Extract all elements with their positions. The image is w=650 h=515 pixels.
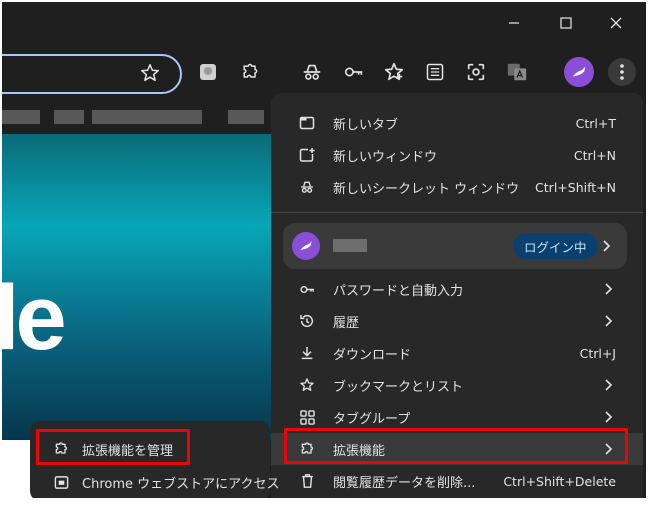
bookmark-item[interactable] [54, 110, 84, 124]
menu-item-label: ダウンロード [333, 347, 412, 363]
menu-item-label: ブックマークとリスト [333, 379, 464, 395]
menu-item-new-window[interactable]: 新しいウィンドウ Ctrl+N [271, 139, 643, 171]
minimize-icon [509, 22, 519, 24]
puzzle-icon[interactable] [238, 60, 262, 84]
chevron-right-icon [605, 379, 613, 391]
maximize-button[interactable] [542, 2, 590, 44]
chevron-right-icon [605, 411, 613, 423]
profile-name-blurred [333, 239, 367, 252]
bookmark-item[interactable] [228, 110, 264, 124]
profile-avatar [292, 232, 320, 260]
bottom-margin [0, 498, 650, 515]
incognito-icon[interactable] [300, 60, 324, 84]
star-badge-icon[interactable] [382, 60, 406, 84]
bookmark-item[interactable] [92, 110, 202, 124]
menu-item-bookmarks-lists[interactable]: ブックマークとリスト [271, 369, 643, 401]
menu-item-shortcut: Ctrl+N [573, 147, 616, 163]
chevron-right-icon [603, 240, 611, 252]
highlight-box-extensions [284, 428, 628, 464]
menu-item-label: 新しいシークレット ウィンドウ [333, 181, 520, 197]
bookmark-item[interactable] [2, 110, 40, 124]
close-button[interactable] [592, 2, 640, 44]
reading-list-icon[interactable] [423, 60, 447, 84]
menu-item-clear-browsing-data[interactable]: 閲覧履歴データを削除... Ctrl+Shift+Delete [271, 465, 643, 497]
bird-avatar-icon [300, 241, 312, 250]
star-icon [298, 376, 316, 394]
menu-item-label: Chrome ウェブストアにアクセス [82, 476, 280, 492]
bookmark-star-icon[interactable] [139, 62, 161, 84]
close-icon [610, 17, 622, 29]
menu-item-shortcut: Ctrl+J [579, 345, 616, 361]
tab-groups-icon [298, 408, 316, 426]
menu-item-label: 閲覧履歴データを削除... [333, 475, 476, 491]
key-icon [298, 280, 316, 298]
bird-avatar-icon [572, 66, 586, 77]
new-tab-icon [298, 114, 316, 132]
chevron-right-icon [605, 283, 613, 295]
highlight-box-manage-extensions [36, 429, 190, 465]
menu-item-downloads[interactable]: ダウンロード Ctrl+J [271, 337, 643, 369]
menu-item-label: 新しいタブ [333, 117, 399, 133]
profile-avatar-button[interactable] [564, 57, 594, 87]
minimize-button[interactable] [490, 2, 538, 44]
menu-item-new-tab[interactable]: 新しいタブ Ctrl+T [271, 107, 643, 139]
signed-in-badge: ログイン中 [513, 233, 598, 259]
page-heading-fragment: le [2, 267, 67, 369]
trash-icon [298, 472, 316, 490]
key-icon[interactable] [342, 60, 366, 84]
translate-icon[interactable] [505, 60, 529, 84]
menu-divider [271, 212, 643, 213]
menu-item-history[interactable]: 履歴 [271, 305, 643, 337]
menu-profile-row[interactable]: ログイン中 [283, 223, 627, 269]
download-icon [298, 344, 316, 362]
maximize-icon [560, 17, 572, 29]
lens-icon[interactable] [464, 60, 488, 84]
menu-item-label: 履歴 [333, 315, 360, 331]
menu-item-shortcut: Ctrl+Shift+Delete [503, 473, 616, 489]
menu-item-label: パスワードと自動入力 [333, 283, 464, 299]
new-window-icon [298, 146, 316, 164]
menu-item-shortcut: Ctrl+Shift+N [535, 179, 616, 195]
menu-item-shortcut: Ctrl+T [575, 115, 616, 131]
chevron-right-icon [605, 315, 613, 327]
extension-app-icon[interactable] [196, 60, 220, 84]
history-icon [298, 312, 316, 330]
submenu-item-web-store[interactable]: Chrome ウェブストアにアクセス [30, 466, 279, 498]
menu-item-new-incognito-window[interactable]: 新しいシークレット ウィンドウ Ctrl+Shift+N [271, 171, 643, 203]
menu-item-passwords-autofill[interactable]: パスワードと自動入力 [271, 273, 643, 305]
incognito-icon [298, 178, 316, 196]
menu-item-label: タブグループ [333, 411, 411, 427]
kebab-icon [620, 64, 624, 80]
menu-button[interactable] [608, 58, 636, 86]
browser-window: le 新しいタブ Ctrl+T 新しいウィンドウ Ctrl+N 新しいシークレッ… [2, 2, 646, 510]
web-store-icon [52, 473, 70, 491]
menu-item-label: 新しいウィンドウ [333, 149, 438, 165]
